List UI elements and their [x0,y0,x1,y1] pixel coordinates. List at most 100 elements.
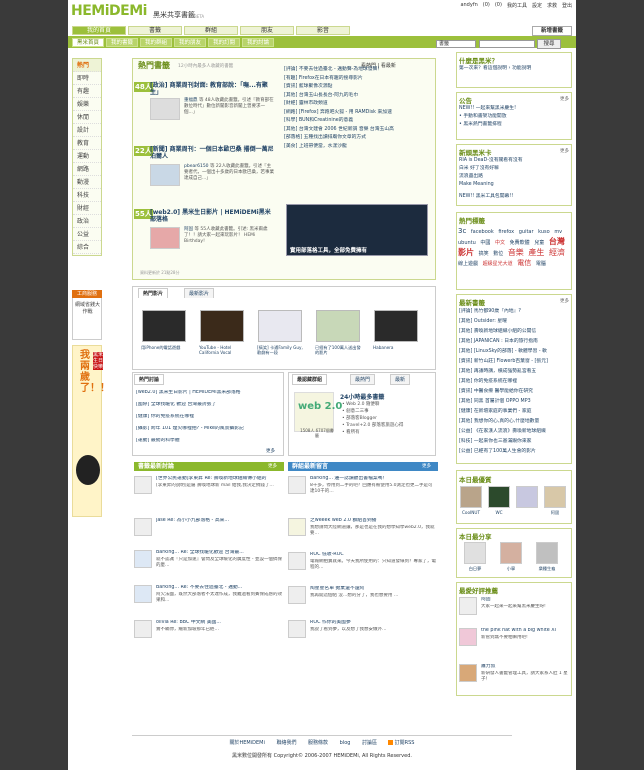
video-caption[interactable]: YouTube - Hotel California Vocal [199,345,245,355]
avatar[interactable] [134,518,152,536]
category-item[interactable]: 娛樂 [73,98,101,111]
user-name[interactable]: 阿固 [541,510,569,516]
tag[interactable]: 電腦 [536,261,546,267]
tag[interactable]: facebook [471,229,494,235]
subnav-my-friends[interactable]: 我的朋友 [174,38,207,47]
category-item[interactable]: 有趣 [73,85,101,98]
user-name[interactable]: 小寧 [497,566,525,572]
user-photo[interactable] [488,486,510,508]
tag[interactable]: 兒童 [534,240,544,246]
subnav-my-subscriptions[interactable]: 我的訂閱 [208,38,241,47]
hot-list-item[interactable]: [部落格] 五種找出讀排廟你文章的方式 [284,134,434,143]
user-photo[interactable] [516,486,538,508]
hot-list-item[interactable]: [美食] 上班帶便當，水漾沙龍 [284,143,434,152]
item-title[interactable]: jase Re: 為小小九部落格 - 高來... [156,518,282,524]
footer-about-link[interactable]: 關於HEMiDEMi [230,740,265,746]
latest-item[interactable]: [公益] 已經有了100萬人生會的影片 [459,448,571,457]
search-input[interactable] [479,40,535,48]
avatar[interactable] [459,664,477,682]
item-title[interactable]: Barking... 邊一誌讀聽出書檔案嗎！ [310,476,436,482]
category-item[interactable]: 動漫 [73,176,101,189]
category-item[interactable]: 運動 [73,150,101,163]
user-link[interactable]: andyfn [460,2,477,9]
book-discussion-more[interactable]: 更多 [268,463,277,469]
story-thumbnail[interactable] [150,98,180,120]
tag[interactable]: 超級星光大道 [483,261,513,267]
notice-item[interactable]: • 黑米熱門書籤排程 [459,121,571,130]
avatar[interactable] [134,550,152,568]
latest-item[interactable]: [資訊] 新竹山莊] Flowerb百葉窗 - [張元] [459,358,571,367]
hot-list-item[interactable]: [資訊] 藍球聚像次源點 [284,83,434,92]
hot-list-item[interactable]: [其他] 台灣文建會 2006 世紀新調 音樂 台灣玉山高 [284,126,434,135]
hot-list-item[interactable]: [其他] 台灣玉山長長台-阿九的毛巾 [284,92,434,101]
latest-item[interactable]: [其他] [LinuxSky的部落] - 軟體學習 - 軟 [459,348,571,357]
footer-rss-link[interactable]: 訂閱RSS [395,740,415,746]
item-title[interactable]: ROC 低收-ROC [310,552,436,558]
tab-most-popular[interactable]: 最熱門 [350,374,376,385]
left-ad-text[interactable]: 網域省錢大作戰 [75,302,100,316]
avatar[interactable] [134,620,152,638]
latest-item[interactable]: [其他] 我想你的心,真的心,什麼地數量 [459,418,571,427]
video-thumbnail[interactable] [200,310,244,342]
tag[interactable]: 產生 [528,248,544,257]
discussion-item[interactable]: [web2.0] 黑米生日影片 | HEMiDEMi黑米部落格 [136,390,282,396]
tab-most-bookmarked[interactable]: 最認藏群組 [292,374,328,385]
user-name[interactable]: 白日夢 [461,566,489,572]
avatar[interactable] [288,552,306,570]
category-item[interactable]: 公益 [73,228,101,241]
category-hot[interactable]: 熱門 [73,59,101,72]
item-title[interactable]: olivia Re: BBC 中文網 美國... [156,620,282,626]
item-title[interactable]: [世界公民運動]李東昇 Re: 壽喚新地球組織傳小組的 [156,476,282,482]
video-thumbnail[interactable] [142,310,186,342]
group-badge[interactable] [294,392,334,432]
subnav-my-bookmarks[interactable]: 我的書籤 [106,38,139,47]
group-list-item[interactable]: • 創意二三事 [342,409,369,415]
add-bookmark-button[interactable]: 新增書籤 [532,26,572,36]
tool-ad-text[interactable]: 實用部落格工具，全部免費擁有 [290,246,367,254]
tag[interactable]: 影片 [458,248,474,257]
story-title[interactable]: [政治] 商業周刊封面: 教育部說：「嘸...有聚生」 [150,82,274,96]
latest-item[interactable]: [評論] 馬竹都90歲『內地』? [459,308,571,317]
user-name[interactable]: CooINUT [457,510,485,515]
hot-list-item[interactable]: [有趣] Firefox在日本有趣的搜尋影片 [284,75,434,84]
story-thumbnail[interactable] [150,164,180,186]
video-thumbnail[interactable] [374,310,418,342]
recommend-name[interactable]: 阿固 [481,597,571,603]
tag[interactable]: firefox [498,229,514,235]
discussion-more-link[interactable]: 更多 [266,448,275,454]
latest-item[interactable]: [健康] 在新壇家庭的事業們 - 家庭 [459,408,571,417]
hot-list-item[interactable]: [評論] 不要去住過臺北 - 邁動聲-為地球發聲！ [284,66,434,75]
category-item[interactable]: 休閒 [73,111,101,124]
avatar[interactable] [459,628,477,646]
tab-videos[interactable]: 影音 [296,26,350,35]
tag[interactable]: 台灣 [549,237,565,246]
story-title[interactable]: [web2.0] 黑米生日影片 | HEMiDEMi黑米部落格 [150,209,274,223]
latest-item[interactable]: [其他] Outsider: 星曜 [459,318,571,327]
group-list-item[interactable]: • Web 2.0 隨便聊 [342,402,379,408]
logout-link[interactable]: 登出 [562,2,572,9]
footer-blog-link[interactable]: blog [340,740,351,746]
user-photo[interactable] [464,542,486,564]
latest-item[interactable]: [公益] 《在家漢人流浪》壽喚新地球組織 [459,428,571,437]
group-list-item[interactable]: • 部落客Blogger [342,416,377,422]
user-photo[interactable] [460,486,482,508]
item-title[interactable]: ROC 作你的美國夢 [310,620,436,626]
category-item[interactable]: 網路 [73,163,101,176]
discussion-item[interactable]: [健康] 你的免疫系統在哪裡 [136,414,282,420]
tab-hot-discussion[interactable]: 熱門討論 [134,374,165,385]
tag[interactable]: 中國 [480,240,490,246]
video-thumbnail[interactable] [258,310,302,342]
category-item[interactable]: 即時 [73,72,101,85]
category-item[interactable]: 科技 [73,189,101,202]
tab-new-videos[interactable]: 最新影片 [184,288,215,298]
tag[interactable]: 線上遊戲 [458,261,478,267]
subnav-my-groups[interactable]: 我的群組 [140,38,173,47]
story-user[interactable]: pbear6150 [184,164,209,169]
video-caption[interactable]: [搞笑] 卡通Family Guy, 歌劇有一段 [257,345,303,355]
tab-friends[interactable]: 朋友 [240,26,294,35]
latest-item[interactable]: [其他] JAPANICAN : 日本的旅行指南 [459,338,571,347]
tag[interactable]: 電信 [517,259,531,267]
hot-list-item[interactable]: [財經] 靈林市政頻道 [284,100,434,109]
tag[interactable]: 搞笑 [479,251,489,257]
message-count[interactable]: (0) [483,2,490,9]
